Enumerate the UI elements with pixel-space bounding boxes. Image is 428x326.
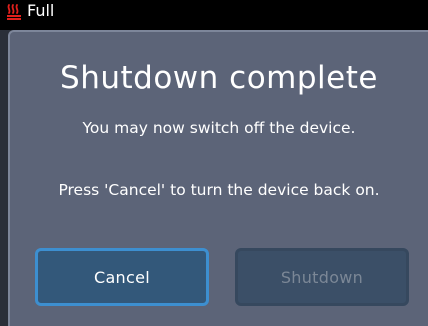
shutdown-dialog: Shutdown complete You may now switch off… [8,30,428,326]
heater-icon [7,4,21,20]
dialog-message-switch-off: You may now switch off the device. [82,119,356,137]
cancel-button-label: Cancel [93,267,150,287]
shutdown-button-label: Shutdown [280,267,364,287]
cancel-button[interactable]: Cancel [35,248,209,306]
status-bar: Full [0,0,428,30]
dialog-title: Shutdown complete [60,60,378,96]
shutdown-button[interactable]: Shutdown [235,248,409,306]
status-label: Full [27,1,55,20]
dialog-message-cancel-hint: Press 'Cancel' to turn the device back o… [58,181,380,199]
